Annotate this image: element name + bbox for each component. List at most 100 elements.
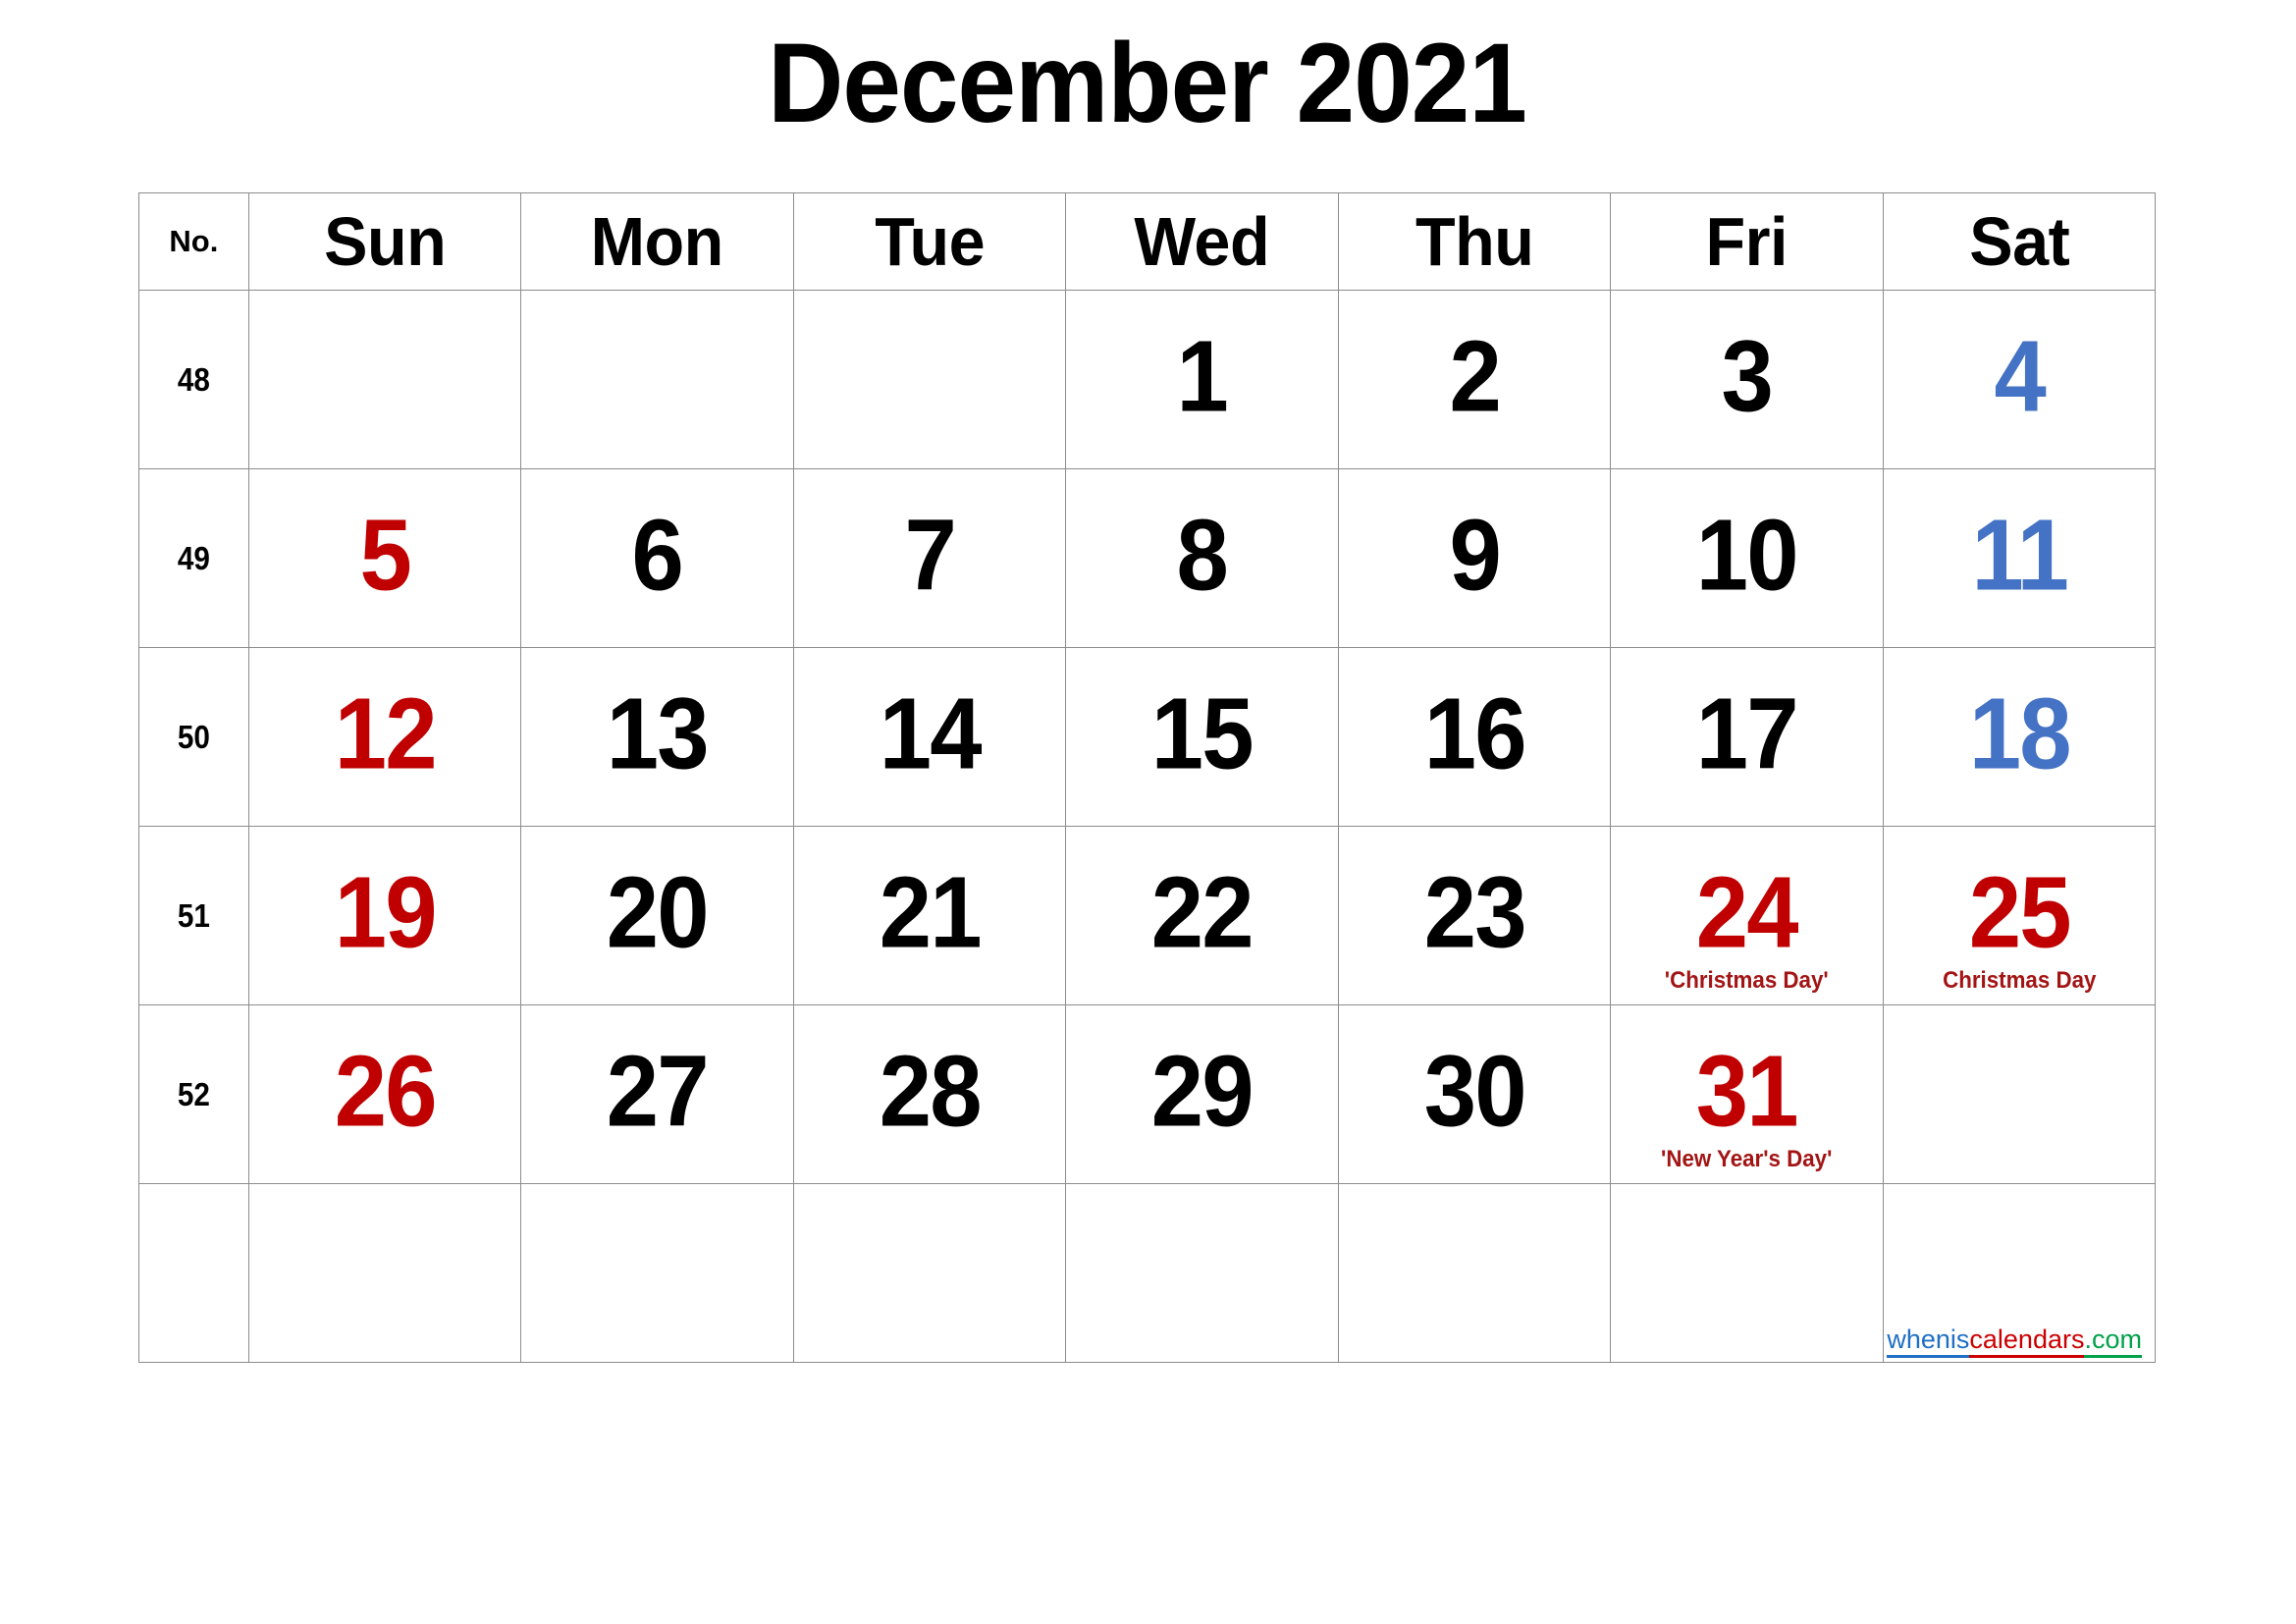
day-cell-inner: 15 [1066, 648, 1337, 826]
calendar-week-row [138, 1183, 2156, 1363]
day-cell[interactable]: 31 'New Year's Day' [1610, 1004, 1884, 1184]
day-cell[interactable]: 8 [1065, 468, 1339, 648]
day-cell-inner [1611, 1184, 1882, 1362]
day-cell-inner: 3 [1611, 291, 1882, 468]
day-cell[interactable]: 9 [1337, 468, 1612, 648]
day-cell[interactable]: 14 [792, 647, 1067, 827]
week-number: 51 [177, 896, 210, 934]
day-cell[interactable] [247, 290, 522, 469]
day-number: 22 [1150, 854, 1255, 968]
week-number-cell: 51 [138, 826, 249, 1005]
day-cell[interactable]: 15 [1065, 647, 1339, 827]
day-cell[interactable] [520, 290, 794, 469]
day-cell[interactable] [792, 290, 1067, 469]
day-cell[interactable] [1065, 1183, 1339, 1363]
page-title: December 2021 [768, 21, 1527, 146]
day-number: 23 [1423, 854, 1526, 968]
calendar-week-row: 48 1 2 3 4 [138, 290, 2156, 469]
day-cell-inner: 19 [249, 827, 520, 1004]
day-cell-inner: 28 [794, 1005, 1065, 1183]
calendar-week-row: 49 5 6 7 8 9 10 11 [138, 468, 2156, 648]
day-cell-inner [521, 291, 792, 468]
week-number: 48 [177, 360, 210, 398]
day-cell[interactable]: 4 [1882, 290, 2156, 469]
day-cell[interactable]: 7 [792, 468, 1067, 648]
day-cell[interactable]: 6 [520, 468, 794, 648]
day-cell[interactable]: 11 [1882, 468, 2156, 648]
day-cell[interactable]: 23 [1337, 826, 1612, 1005]
day-cell[interactable]: 19 [247, 826, 522, 1005]
calendar-header: No. Sun Mon Tue Wed Thu Fri Sat [138, 192, 2156, 291]
day-cell[interactable]: 10 [1610, 468, 1884, 648]
day-cell[interactable]: 20 [520, 826, 794, 1005]
week-number-cell: 48 [138, 290, 249, 469]
day-cell[interactable]: 17 [1610, 647, 1884, 827]
day-cell[interactable] [247, 1183, 522, 1363]
day-cell-inner: 11 [1884, 469, 2156, 647]
day-cell[interactable] [520, 1183, 794, 1363]
day-cell[interactable] [1610, 1183, 1884, 1363]
day-cell[interactable]: 12 [247, 647, 522, 827]
day-number: 7 [904, 497, 956, 611]
day-cell-inner: 8 [1066, 469, 1337, 647]
day-cell-inner: 20 [521, 827, 792, 1004]
site-watermark[interactable]: wheniscalendars.com [1887, 1325, 2142, 1359]
day-cell-inner: 26 [249, 1005, 520, 1183]
day-name-label: Wed [1134, 203, 1270, 280]
header-row: No. Sun Mon Tue Wed Thu Fri Sat [138, 192, 2156, 291]
day-cell[interactable]: 25 Christmas Day [1882, 826, 2156, 1005]
day-cell[interactable] [792, 1183, 1067, 1363]
day-cell-inner [794, 291, 1065, 468]
calendar-week-row: 51 19 20 21 22 23 24 'Christmas Day' 25 Christmas… [138, 826, 2156, 1005]
day-cell[interactable]: 1 [1065, 290, 1339, 469]
day-cell[interactable] [1337, 1183, 1612, 1363]
day-cell[interactable]: 24 'Christmas Day' [1610, 826, 1884, 1005]
day-cell[interactable]: 3 [1610, 290, 1884, 469]
day-cell[interactable]: 26 [247, 1004, 522, 1184]
day-cell[interactable]: 16 [1337, 647, 1612, 827]
watermark-part-name: calendars [1969, 1325, 2085, 1359]
day-cell[interactable]: 21 [792, 826, 1067, 1005]
day-name-label: Sun [323, 203, 447, 280]
watermark-part-brand: whenis [1887, 1325, 1970, 1359]
day-number: 19 [334, 854, 438, 968]
day-cell-inner: 7 [794, 469, 1065, 647]
day-number: 24 [1695, 854, 1799, 968]
day-number: 25 [1968, 854, 2071, 968]
day-cell-inner: 17 [1611, 648, 1882, 826]
calendar-grid: No. Sun Mon Tue Wed Thu Fri Sat 48 1 2 3 4 49… [138, 192, 2156, 1363]
day-number: 20 [607, 854, 710, 968]
day-cell[interactable]: 22 [1065, 826, 1339, 1005]
day-cell-inner: 6 [521, 469, 792, 647]
day-cell-inner: 27 [521, 1005, 792, 1183]
day-cell[interactable]: 28 [792, 1004, 1067, 1184]
day-cell-inner: 23 [1339, 827, 1610, 1004]
day-number: 26 [334, 1033, 438, 1147]
day-cell-inner: 12 [249, 648, 520, 826]
day-cell[interactable]: 13 [520, 647, 794, 827]
week-number-cell: 50 [138, 647, 249, 827]
holiday-label: Christmas Day [1942, 966, 2096, 994]
week-number: 49 [177, 539, 210, 576]
day-number: 6 [631, 497, 684, 611]
day-number: 30 [1423, 1033, 1526, 1147]
day-name-label: Fri [1705, 203, 1789, 280]
day-cell-inner: 21 [794, 827, 1065, 1004]
day-cell[interactable]: 29 [1065, 1004, 1339, 1184]
day-cell-inner: 1 [1066, 291, 1337, 468]
day-cell[interactable]: 30 [1337, 1004, 1612, 1184]
day-number: 28 [879, 1033, 982, 1147]
day-cell[interactable]: 18 [1882, 647, 2156, 827]
day-cell[interactable]: 5 [247, 468, 522, 648]
day-cell-inner: 24 'Christmas Day' [1611, 827, 1882, 1004]
day-number: 12 [334, 676, 438, 789]
week-number: 52 [177, 1075, 210, 1112]
day-number: 18 [1968, 676, 2071, 789]
day-cell-inner: 22 [1066, 827, 1337, 1004]
week-number-cell: 49 [138, 468, 249, 648]
day-cell-inner [1884, 1005, 2156, 1183]
holiday-label: 'New Year's Day' [1661, 1145, 1833, 1172]
day-cell[interactable]: 2 [1337, 290, 1612, 469]
day-cell[interactable]: 27 [520, 1004, 794, 1184]
day-cell[interactable] [1882, 1004, 2156, 1184]
